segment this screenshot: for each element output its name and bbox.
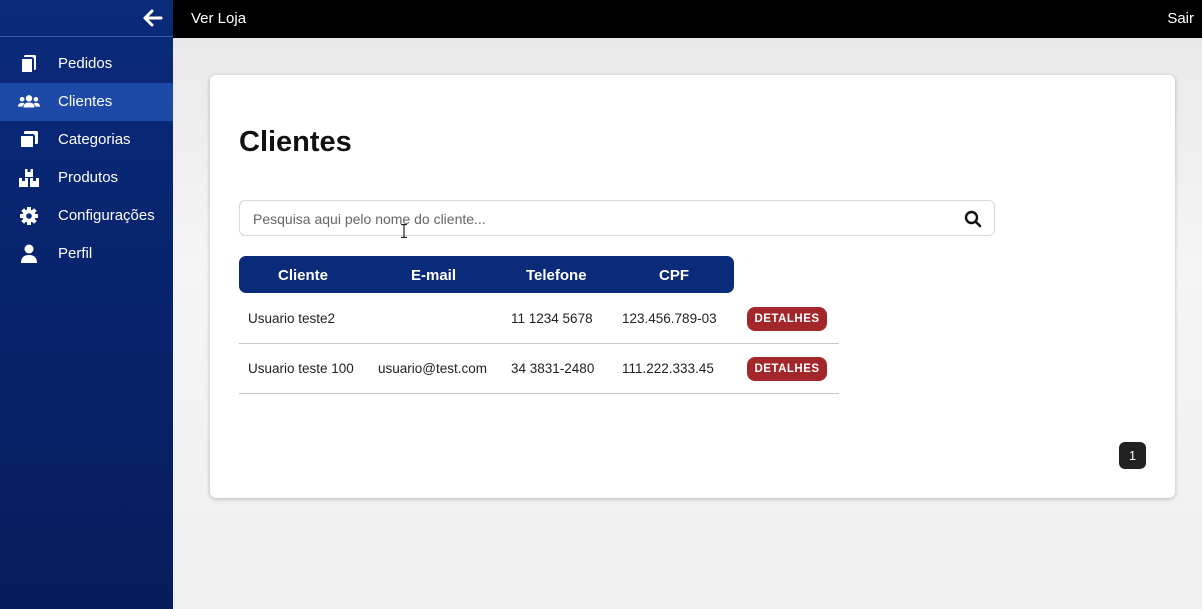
sidebar-item-label: Pedidos	[58, 55, 113, 72]
sidebar-item-label: Perfil	[58, 245, 93, 262]
search-box	[239, 200, 995, 236]
cell-cliente: Usuario teste2	[248, 311, 336, 326]
column-header-telefone[interactable]: Telefone	[526, 267, 587, 284]
sidebar-item-label: Produtos	[58, 169, 119, 186]
sidebar: Pedidos Clientes Categorias Produtos Con…	[0, 0, 173, 609]
table-row: Usuario teste 100 usuario@test.com 34 38…	[239, 344, 839, 394]
clone-icon	[19, 131, 38, 149]
pagination-page-button[interactable]: 1	[1119, 442, 1146, 469]
sidebar-item-label: Categorias	[58, 131, 131, 148]
details-button[interactable]: DETALHES	[747, 357, 827, 381]
cell-telefone: 34 3831-2480	[511, 361, 595, 376]
main-content: Clientes Cliente E-mail Telefone CPF Usu…	[173, 38, 1202, 609]
logout-link[interactable]: Sair	[1167, 10, 1194, 27]
column-header-cpf[interactable]: CPF	[659, 267, 689, 284]
sidebar-item-produtos[interactable]: Produtos	[0, 159, 173, 197]
cell-cpf: 111.222.333.45	[622, 361, 714, 376]
sidebar-collapse-button[interactable]	[0, 0, 173, 37]
cell-cpf: 123.456.789-03	[622, 311, 717, 326]
clients-card: Clientes Cliente E-mail Telefone CPF Usu…	[210, 75, 1175, 498]
cell-cliente: Usuario teste 100	[248, 361, 354, 376]
table-row: Usuario teste2 11 1234 5678 123.456.789-…	[239, 294, 839, 344]
sidebar-item-categorias[interactable]: Categorias	[0, 121, 173, 159]
user-icon	[21, 244, 37, 263]
text-cursor-icon	[401, 224, 407, 238]
sidebar-item-label: Clientes	[58, 93, 113, 110]
search-icon[interactable]	[964, 210, 982, 228]
cell-telefone: 11 1234 5678	[511, 311, 593, 326]
arrow-left-icon	[143, 9, 163, 27]
column-header-cliente[interactable]: Cliente	[278, 267, 328, 284]
sidebar-item-configuracoes[interactable]: Configurações	[0, 197, 173, 235]
view-store-link[interactable]: Ver Loja	[191, 10, 246, 27]
users-icon	[18, 95, 40, 108]
sidebar-item-label: Configurações	[58, 207, 155, 224]
sidebar-item-perfil[interactable]: Perfil	[0, 235, 173, 273]
sidebar-item-clientes[interactable]: Clientes	[0, 83, 173, 121]
top-bar: Ver Loja Sair	[173, 0, 1202, 38]
page-title: Clientes	[239, 126, 352, 158]
boxes-icon	[19, 169, 39, 187]
gear-icon	[20, 207, 38, 225]
sidebar-item-pedidos[interactable]: Pedidos	[0, 45, 173, 83]
cell-email: usuario@test.com	[378, 361, 487, 376]
copy-icon	[20, 55, 36, 74]
search-input[interactable]	[253, 209, 943, 229]
column-header-email[interactable]: E-mail	[411, 267, 456, 284]
details-button[interactable]: DETALHES	[747, 307, 827, 331]
table-header: Cliente E-mail Telefone CPF	[239, 256, 734, 293]
